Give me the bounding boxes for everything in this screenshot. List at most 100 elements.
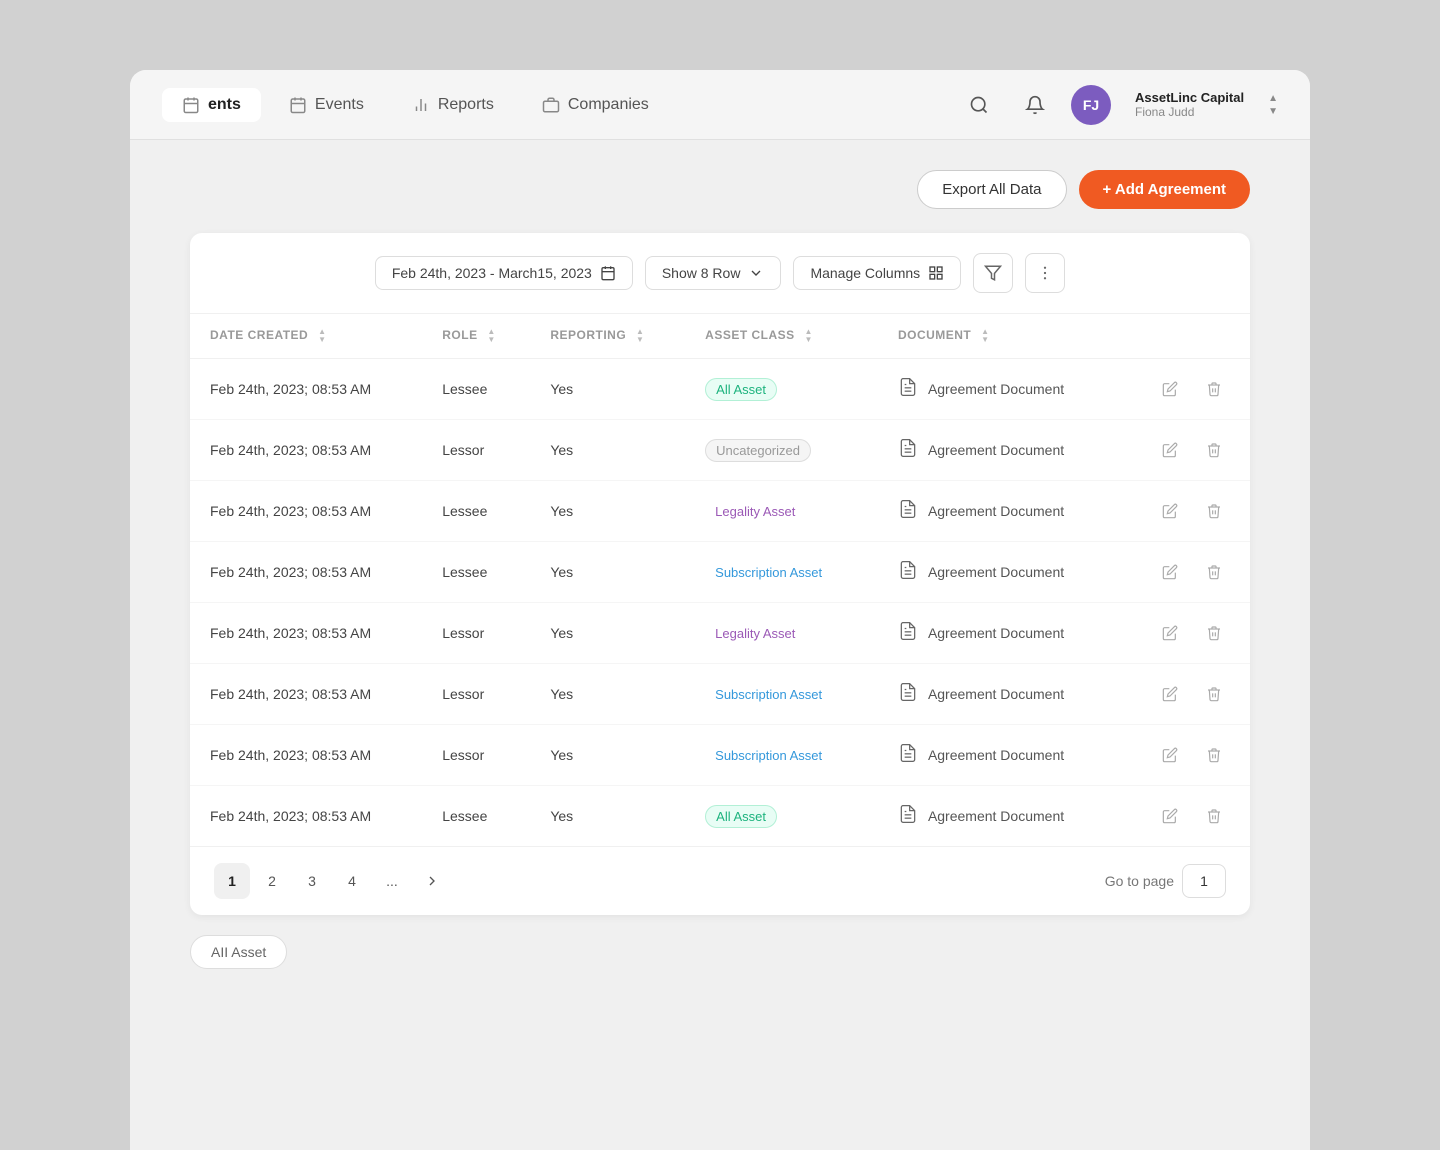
asset-class-badge: Subscription Asset <box>705 562 832 583</box>
show-rows-filter[interactable]: Show 8 Row <box>645 256 782 290</box>
page-3-button[interactable]: 3 <box>294 863 330 899</box>
manage-columns-button[interactable]: Manage Columns <box>793 256 961 290</box>
asset-class-badge: Uncategorized <box>705 439 811 462</box>
cell-date: Feb 24th, 2023; 08:53 AM <box>190 786 422 847</box>
asset-class-badge: All Asset <box>705 805 777 828</box>
delete-button[interactable] <box>1198 800 1230 832</box>
filter-button[interactable] <box>973 253 1013 293</box>
edit-button[interactable] <box>1154 800 1186 832</box>
edit-button[interactable] <box>1154 373 1186 405</box>
cell-asset-class: Subscription Asset <box>685 542 878 603</box>
pagination: 1 2 3 4 ... Go to page <box>190 846 1250 915</box>
table-row: Feb 24th, 2023; 08:53 AM Lessee Yes All … <box>190 359 1250 420</box>
nav-tab-ents[interactable]: ents <box>162 88 261 122</box>
cell-role: Lessee <box>422 481 530 542</box>
cell-asset-class: Uncategorized <box>685 420 878 481</box>
edit-button[interactable] <box>1154 495 1186 527</box>
document-label: Agreement Document <box>928 686 1064 702</box>
cell-actions <box>1116 359 1250 420</box>
delete-button[interactable] <box>1198 373 1230 405</box>
cell-date: Feb 24th, 2023; 08:53 AM <box>190 542 422 603</box>
date-range-filter[interactable]: Feb 24th, 2023 - March15, 2023 <box>375 256 633 290</box>
cell-asset-class: Subscription Asset <box>685 725 878 786</box>
edit-button[interactable] <box>1154 739 1186 771</box>
all-asset-tab[interactable]: AII Asset <box>190 935 287 969</box>
col-role[interactable]: ROLE ▲▼ <box>422 314 530 359</box>
cell-document: Agreement Document <box>878 603 1116 664</box>
edit-button[interactable] <box>1154 434 1186 466</box>
page-next-button[interactable] <box>414 863 450 899</box>
delete-button[interactable] <box>1198 495 1230 527</box>
col-asset-class[interactable]: ASSET CLASS ▲▼ <box>685 314 878 359</box>
date-range-label: Feb 24th, 2023 - March15, 2023 <box>392 265 592 281</box>
asset-class-badge: Subscription Asset <box>705 745 832 766</box>
nav-icons: FJ AssetLinc Capital Fiona Judd ▲ ▼ <box>959 85 1278 125</box>
asset-class-badge: Subscription Asset <box>705 684 832 705</box>
page-4-button[interactable]: 4 <box>334 863 370 899</box>
notification-button[interactable] <box>1015 85 1055 125</box>
cell-role: Lessor <box>422 664 530 725</box>
asset-class-badge: Legality Asset <box>705 623 805 644</box>
user-company: AssetLinc Capital <box>1135 90 1244 105</box>
cell-actions <box>1116 786 1250 847</box>
user-info: AssetLinc Capital Fiona Judd <box>1135 90 1244 119</box>
table-row: Feb 24th, 2023; 08:53 AM Lessee Yes Lega… <box>190 481 1250 542</box>
cell-reporting: Yes <box>530 542 685 603</box>
add-agreement-button[interactable]: + Add Agreement <box>1079 170 1251 209</box>
content-area: Export All Data + Add Agreement Feb 24th… <box>130 140 1310 999</box>
cell-document: Agreement Document <box>878 725 1116 786</box>
cell-reporting: Yes <box>530 603 685 664</box>
top-navigation: ents Events Reports Companies FJ AssetLi… <box>130 70 1310 140</box>
goto-input[interactable] <box>1182 864 1226 898</box>
delete-button[interactable] <box>1198 434 1230 466</box>
document-label: Agreement Document <box>928 808 1064 824</box>
delete-button[interactable] <box>1198 556 1230 588</box>
document-icon <box>898 560 918 585</box>
nav-tab-reports[interactable]: Reports <box>392 88 514 122</box>
cell-reporting: Yes <box>530 664 685 725</box>
goto-page: Go to page <box>1105 864 1226 898</box>
document-label: Agreement Document <box>928 381 1064 397</box>
edit-button[interactable] <box>1154 678 1186 710</box>
goto-label: Go to page <box>1105 873 1174 889</box>
col-date-created[interactable]: DATE CREATED ▲▼ <box>190 314 422 359</box>
col-actions <box>1116 314 1250 359</box>
col-reporting[interactable]: REPORTING ▲▼ <box>530 314 685 359</box>
page-1-button[interactable]: 1 <box>214 863 250 899</box>
delete-button[interactable] <box>1198 739 1230 771</box>
cell-actions <box>1116 481 1250 542</box>
sort-icon-asset: ▲▼ <box>805 328 813 344</box>
cell-document: Agreement Document <box>878 542 1116 603</box>
table-card: Feb 24th, 2023 - March15, 2023 Show 8 Ro… <box>190 233 1250 915</box>
document-label: Agreement Document <box>928 747 1064 763</box>
cell-date: Feb 24th, 2023; 08:53 AM <box>190 481 422 542</box>
nav-tab-companies[interactable]: Companies <box>522 88 669 122</box>
table-row: Feb 24th, 2023; 08:53 AM Lessee Yes Subs… <box>190 542 1250 603</box>
page-2-button[interactable]: 2 <box>254 863 290 899</box>
more-options-button[interactable] <box>1025 253 1065 293</box>
user-chevron: ▲ ▼ <box>1268 93 1278 117</box>
cell-asset-class: Legality Asset <box>685 481 878 542</box>
cell-actions <box>1116 420 1250 481</box>
page-more-button[interactable]: ... <box>374 863 410 899</box>
cell-reporting: Yes <box>530 725 685 786</box>
col-document[interactable]: DOCUMENT ▲▼ <box>878 314 1116 359</box>
export-button[interactable]: Export All Data <box>917 170 1066 209</box>
asset-class-badge: All Asset <box>705 378 777 401</box>
cell-date: Feb 24th, 2023; 08:53 AM <box>190 420 422 481</box>
nav-tab-ents-label: ents <box>208 96 241 114</box>
delete-button[interactable] <box>1198 678 1230 710</box>
edit-button[interactable] <box>1154 617 1186 649</box>
cell-actions <box>1116 725 1250 786</box>
cell-reporting: Yes <box>530 359 685 420</box>
table-header: DATE CREATED ▲▼ ROLE ▲▼ REPORTING ▲▼ A <box>190 314 1250 359</box>
document-icon <box>898 743 918 768</box>
manage-columns-label: Manage Columns <box>810 265 920 281</box>
nav-tab-events[interactable]: Events <box>269 88 384 122</box>
search-button[interactable] <box>959 85 999 125</box>
edit-button[interactable] <box>1154 556 1186 588</box>
document-label: Agreement Document <box>928 625 1064 641</box>
filter-bar: Feb 24th, 2023 - March15, 2023 Show 8 Ro… <box>190 233 1250 314</box>
delete-button[interactable] <box>1198 617 1230 649</box>
cell-role: Lessee <box>422 542 530 603</box>
